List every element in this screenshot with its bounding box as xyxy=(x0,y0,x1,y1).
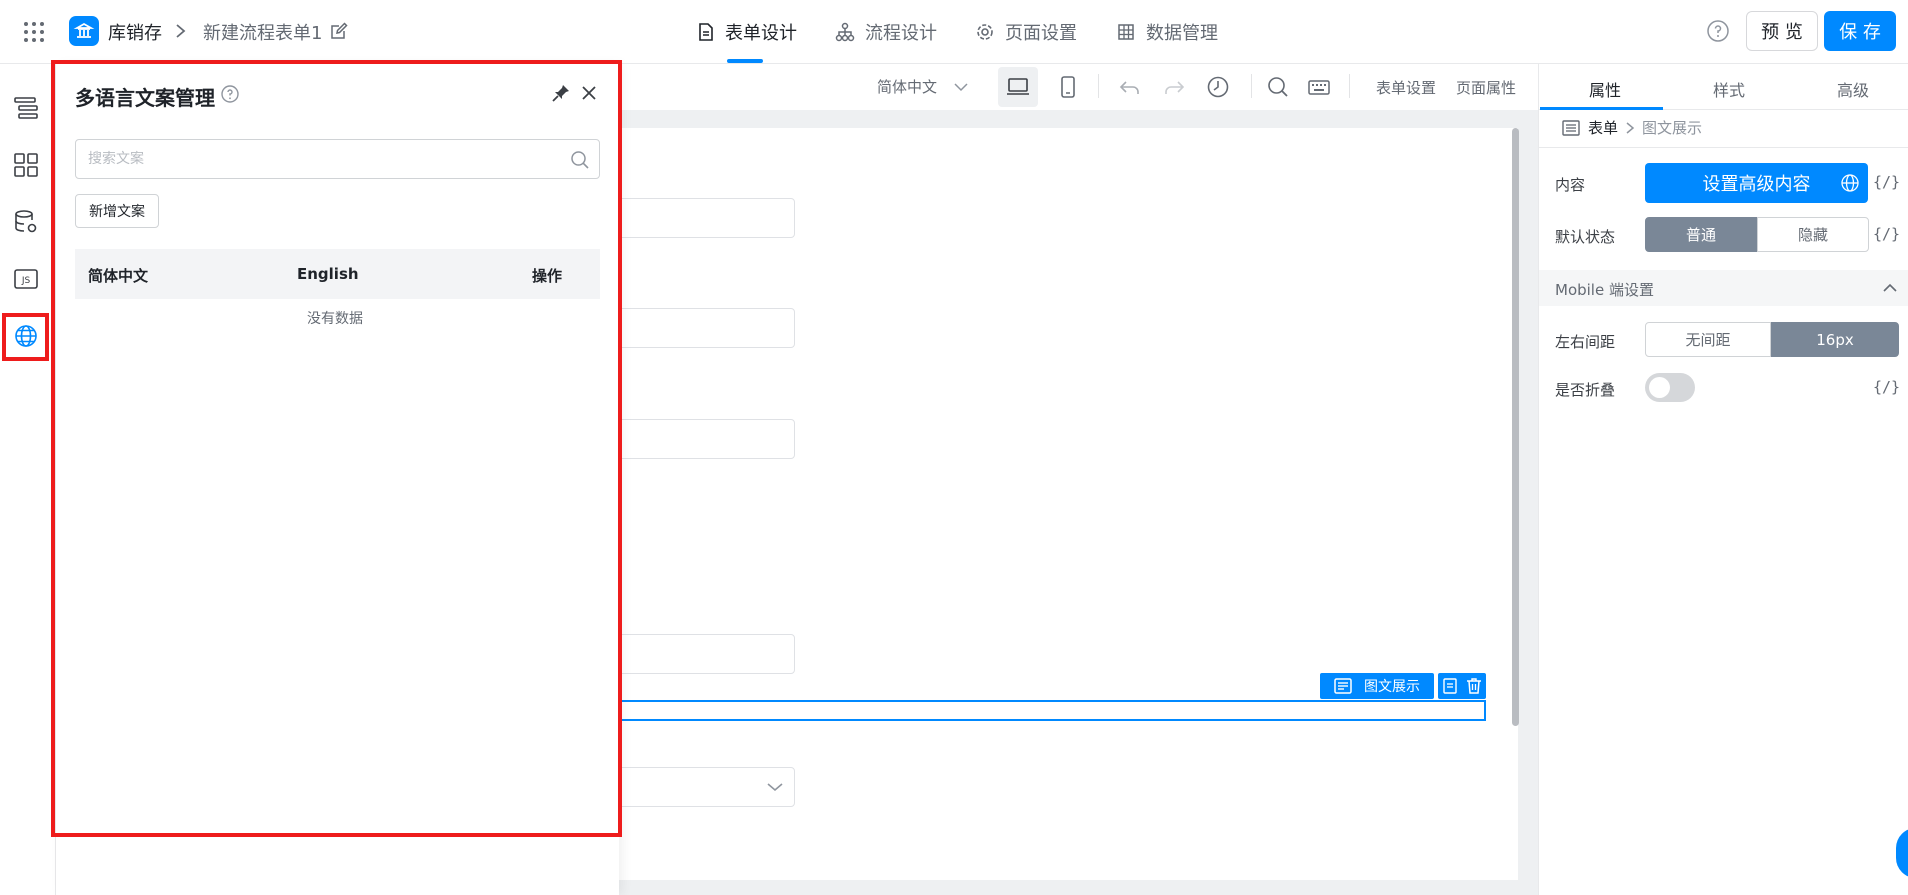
chevron-up-icon[interactable] xyxy=(1880,278,1900,298)
form-field[interactable] xyxy=(618,308,795,348)
state-normal-option[interactable]: 普通 xyxy=(1645,217,1757,252)
set-advanced-content-button[interactable]: 设置高级内容 xyxy=(1645,163,1868,203)
tab-page-settings[interactable]: 页面设置 xyxy=(975,18,1077,46)
form-icon xyxy=(1562,119,1580,136)
redo-icon[interactable] xyxy=(1161,74,1187,100)
tab-form-design[interactable]: 表单设计 xyxy=(697,18,797,46)
flow-icon xyxy=(835,22,855,42)
tab-properties[interactable]: 属性 xyxy=(1589,77,1621,101)
form-field[interactable] xyxy=(618,198,795,238)
spacing-label: 左右间距 xyxy=(1555,333,1616,351)
form-name: 新建流程表单1 xyxy=(203,23,323,44)
help-icon[interactable] xyxy=(1706,19,1730,43)
keyboard-icon[interactable] xyxy=(1306,74,1332,100)
js-label: JS xyxy=(21,276,31,286)
breadcrumb-form[interactable]: 表单 xyxy=(1588,117,1618,138)
i18n-panel-highlight xyxy=(51,60,622,837)
spacing-16px-option[interactable]: 16px xyxy=(1771,322,1899,357)
set-advanced-content-label: 设置高级内容 xyxy=(1702,174,1811,195)
search-icon[interactable] xyxy=(1265,74,1291,100)
language-select[interactable]: 简体中文 xyxy=(877,76,969,97)
collapse-toggle[interactable] xyxy=(1645,373,1695,402)
expression-binding-icon[interactable]: {/} xyxy=(1873,173,1900,191)
language-select-value: 简体中文 xyxy=(877,78,938,96)
toggle-knob xyxy=(1649,377,1670,398)
active-tab-indicator xyxy=(727,59,763,63)
gear-icon xyxy=(977,24,993,40)
tab-flow-design-label: 流程设计 xyxy=(865,23,937,44)
breadcrumb-component: 图文展示 xyxy=(1642,119,1703,137)
tab-form-design-label: 表单设计 xyxy=(725,23,797,44)
datasource-icon[interactable] xyxy=(12,208,40,236)
props-divider xyxy=(1539,147,1908,148)
props-breadcrumb: 表单 图文展示 xyxy=(1562,117,1702,138)
undo-icon[interactable] xyxy=(1117,74,1143,100)
chevron-down-icon xyxy=(767,783,783,792)
default-state-label: 默认状态 xyxy=(1555,228,1616,246)
app-logo[interactable] xyxy=(69,16,99,46)
preview-button[interactable]: 预 览 xyxy=(1746,11,1818,51)
form-settings-link[interactable]: 表单设置 xyxy=(1376,77,1436,98)
copy-icon[interactable] xyxy=(1442,677,1458,695)
active-props-tab-indicator xyxy=(1540,107,1663,110)
app-name[interactable]: 库销存 xyxy=(108,19,162,45)
selected-image-text-component[interactable] xyxy=(618,700,1486,721)
components-icon[interactable] xyxy=(12,151,40,179)
chevron-right-icon xyxy=(1626,121,1635,134)
form-field[interactable] xyxy=(618,634,795,674)
save-button[interactable]: 保 存 xyxy=(1824,11,1896,51)
delete-icon[interactable] xyxy=(1466,677,1482,695)
apps-grid-icon[interactable] xyxy=(22,20,46,44)
state-hidden-option[interactable]: 隐藏 xyxy=(1757,217,1869,252)
tab-advanced[interactable]: 高级 xyxy=(1837,77,1869,101)
tab-data-management-label: 数据管理 xyxy=(1146,23,1218,44)
selected-component-label: 图文展示 xyxy=(1364,679,1420,695)
canvas-scrollbar[interactable] xyxy=(1512,128,1519,726)
toolbar-divider xyxy=(1251,74,1252,98)
expression-binding-icon[interactable]: {/} xyxy=(1873,225,1900,243)
left-rail: JS xyxy=(0,64,56,895)
selected-component-tag[interactable]: 图文展示 xyxy=(1320,673,1434,699)
content-label: 内容 xyxy=(1555,176,1586,194)
expression-binding-icon[interactable]: {/} xyxy=(1873,378,1900,396)
document-icon xyxy=(699,23,713,41)
desktop-icon[interactable] xyxy=(1005,74,1031,100)
collapse-label: 是否折叠 xyxy=(1555,381,1616,399)
mobile-section-title: Mobile 端设置 xyxy=(1555,281,1654,299)
image-text-icon xyxy=(1334,678,1352,694)
tab-flow-design[interactable]: 流程设计 xyxy=(835,18,937,46)
grid-icon xyxy=(1118,24,1134,40)
page-properties-link[interactable]: 页面属性 xyxy=(1456,77,1516,98)
toolbar-divider xyxy=(1349,74,1350,98)
chevron-right-icon xyxy=(176,24,186,38)
edit-icon[interactable] xyxy=(329,21,349,41)
bank-icon xyxy=(73,22,95,38)
default-state-segment: 普通 隐藏 xyxy=(1645,217,1869,252)
form-select-field[interactable] xyxy=(618,767,795,807)
globe-icon[interactable] xyxy=(1839,172,1861,194)
tab-page-settings-label: 页面设置 xyxy=(1005,23,1077,44)
toolbar-divider xyxy=(1098,74,1099,98)
mobile-icon[interactable] xyxy=(1055,74,1081,100)
js-icon[interactable]: JS xyxy=(12,265,40,293)
form-field[interactable] xyxy=(618,419,795,459)
tab-style[interactable]: 样式 xyxy=(1713,77,1745,101)
spacing-none-option[interactable]: 无间距 xyxy=(1645,322,1771,357)
globe-icon-highlight xyxy=(2,313,49,361)
history-icon[interactable] xyxy=(1205,74,1231,100)
chevron-down-icon xyxy=(954,82,968,91)
spacing-segment: 无间距 16px xyxy=(1645,322,1899,357)
outline-icon[interactable] xyxy=(12,94,40,122)
tab-data-management[interactable]: 数据管理 xyxy=(1116,18,1218,46)
component-actions xyxy=(1438,673,1486,699)
